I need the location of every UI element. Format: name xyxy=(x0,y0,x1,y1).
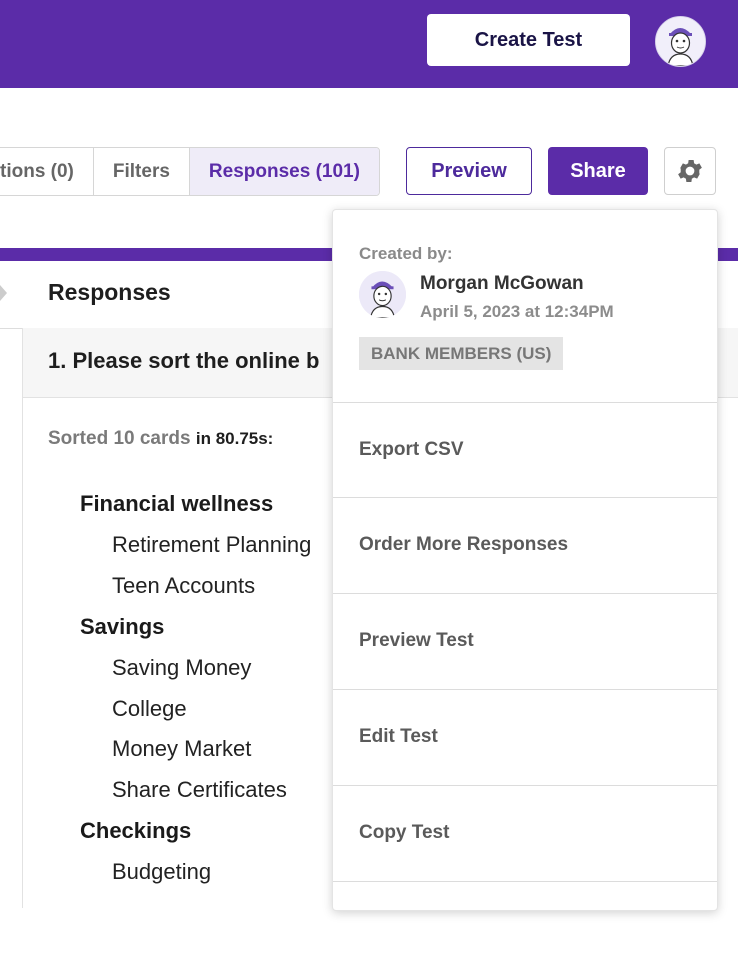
created-date: April 5, 2023 at 12:34PM xyxy=(420,302,614,321)
question-title: 1. Please sort the online b xyxy=(48,348,320,373)
card-item: College xyxy=(112,696,187,721)
preview-button[interactable]: Preview xyxy=(406,147,532,195)
category-label: Savings xyxy=(80,614,165,639)
tab-responses[interactable]: Responses (101) xyxy=(189,148,379,195)
top-bar: Create Test xyxy=(0,0,738,88)
gear-icon xyxy=(678,160,702,182)
category-label: Financial wellness xyxy=(80,491,274,516)
sorted-summary: Sorted 10 cards in 80.75s: xyxy=(48,428,273,450)
card-item: Teen Accounts xyxy=(112,573,256,598)
create-test-button[interactable]: Create Test xyxy=(427,14,630,66)
results-tabs: tions (0) Filters Responses (101) xyxy=(0,147,380,196)
share-button[interactable]: Share xyxy=(548,147,648,195)
menu-item-copy-test[interactable]: Copy Test xyxy=(333,785,717,880)
sorted-time: in 80.75s: xyxy=(195,429,274,448)
menu-item-more[interactable] xyxy=(333,881,717,976)
menu-item-preview-test[interactable]: Preview Test xyxy=(333,593,717,688)
settings-dropdown: Created by: Morgan McGowan April 5, 2023… xyxy=(332,209,718,911)
creator-name: Morgan McGowan xyxy=(420,273,584,294)
creator-avatar xyxy=(359,271,406,318)
menu-item-edit-test[interactable]: Edit Test xyxy=(333,689,717,784)
card-item: Money Market xyxy=(112,736,252,761)
card-item: Share Certificates xyxy=(112,777,287,802)
chevron-right-icon[interactable] xyxy=(0,285,7,301)
audience-badge: BANK MEMBERS (US) xyxy=(359,337,564,370)
menu-item-export-csv[interactable]: Export CSV xyxy=(333,402,717,497)
card-item: Retirement Planning xyxy=(112,532,312,557)
menu-item-order-more-responses[interactable]: Order More Responses xyxy=(333,497,717,592)
tab-questions[interactable]: tions (0) xyxy=(0,148,94,195)
created-by-label: Created by: xyxy=(359,244,453,263)
card-item: Budgeting xyxy=(112,859,212,884)
user-avatar[interactable] xyxy=(655,16,706,67)
settings-button[interactable] xyxy=(664,147,716,195)
avatar-illustration-icon xyxy=(359,271,406,318)
responses-title: Responses xyxy=(48,279,171,305)
card-item: Saving Money xyxy=(112,655,252,680)
avatar-illustration-icon xyxy=(656,17,705,66)
tab-filters[interactable]: Filters xyxy=(94,148,190,195)
sorted-label: Sorted 10 cards xyxy=(48,428,191,449)
category-label: Checkings xyxy=(80,818,192,843)
